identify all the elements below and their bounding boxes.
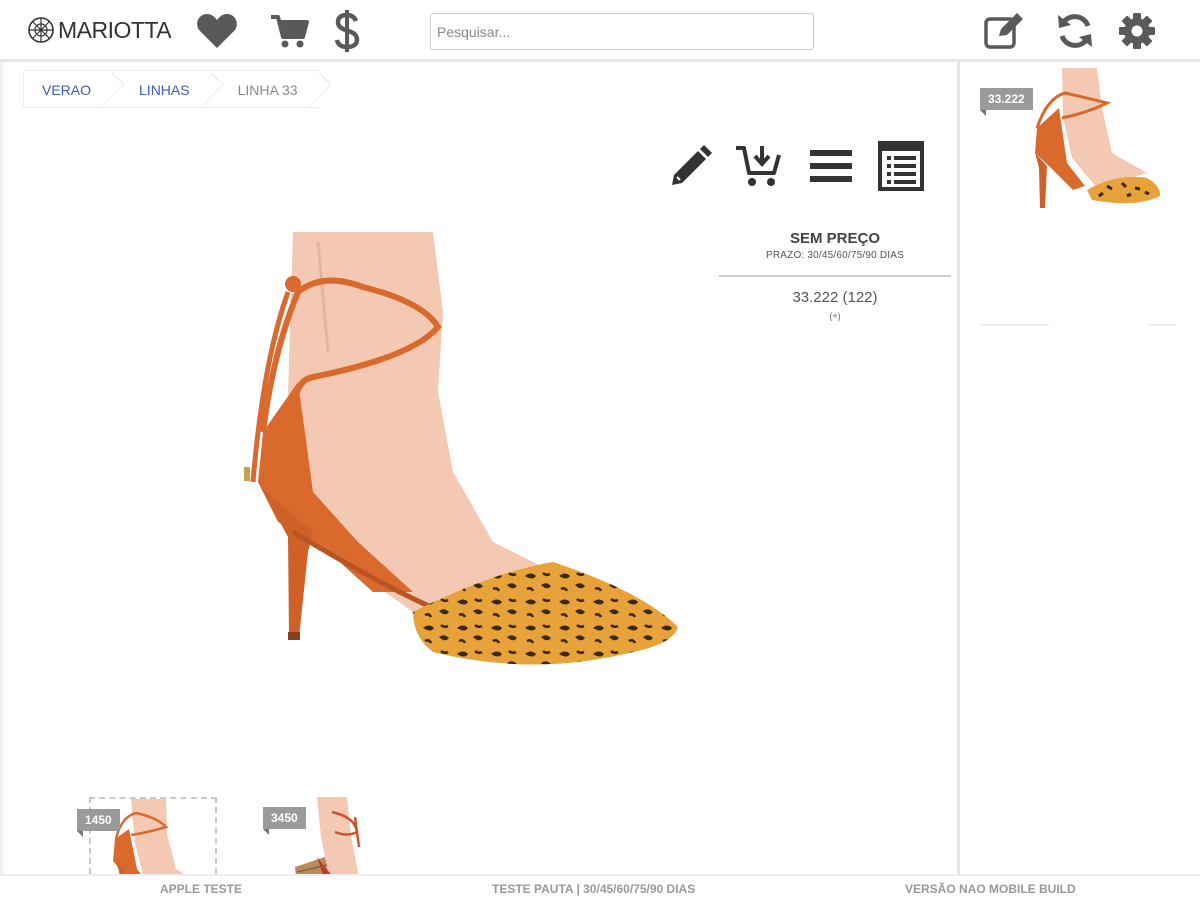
pencil-icon: [672, 145, 712, 185]
add-to-cart-icon: [736, 146, 781, 186]
breadcrumb-item-verao[interactable]: VERAO: [23, 70, 112, 108]
search-input[interactable]: [430, 13, 814, 50]
logo-emblem-icon: [28, 17, 54, 43]
footer: APPLE TESTE TESTE PAUTA | 30/45/60/75/90…: [0, 874, 1200, 900]
footer-client: APPLE TESTE: [160, 882, 243, 896]
cart-button[interactable]: [266, 10, 312, 52]
breadcrumb: VERAO LINHAS LINHA 33: [23, 70, 318, 108]
breadcrumb-item-current[interactable]: LINHA 33: [209, 70, 318, 108]
product-reference: 33.222 (122): [792, 289, 878, 306]
price-label: SEM PREÇO: [789, 230, 880, 247]
product-main-image[interactable]: [113, 232, 713, 692]
add-to-cart-button[interactable]: [733, 138, 785, 194]
refresh-icon: [1058, 14, 1092, 48]
settings-button[interactable]: [1114, 10, 1160, 52]
price-info: SEM PREÇO PRAZO: 30/45/60/75/90 DIAS 33.…: [719, 230, 951, 321]
brand-logo[interactable]: MARIOTTA: [26, 14, 172, 46]
heel-shoe-image: [244, 232, 678, 665]
logo-text: MARIOTTA: [58, 16, 172, 43]
thumbnail-tag: 3450: [263, 807, 306, 835]
price-button[interactable]: [324, 10, 370, 52]
sidebar-divider: [981, 324, 1049, 326]
sidebar-product-tag: 33.222: [980, 88, 1033, 116]
favorites-button[interactable]: [194, 10, 240, 52]
sidebar-divider: [1149, 324, 1175, 326]
thumbnail-tag: 1450: [77, 809, 120, 837]
edit-icon: [984, 13, 1023, 49]
footer-pauta: TESTE PAUTA | 30/45/60/75/90 DIAS: [492, 882, 696, 896]
edit-order-button[interactable]: [982, 10, 1028, 52]
gear-icon: [1119, 13, 1155, 49]
edit-product-button[interactable]: [665, 138, 717, 194]
top-bar: MARIOTTA: [0, 0, 1200, 62]
menu-button[interactable]: [805, 138, 857, 194]
cart-sidebar: 33.222: [963, 62, 1200, 874]
dollar-icon: [334, 10, 360, 52]
more-info-link[interactable]: (+): [719, 311, 951, 321]
breadcrumb-item-linhas[interactable]: LINHAS: [111, 70, 210, 108]
payment-terms: PRAZO: 30/45/60/75/90 DIAS: [765, 250, 905, 261]
sidebar-product-card[interactable]: 33.222: [977, 68, 1177, 264]
heart-icon: [197, 14, 237, 48]
menu-icon: [810, 150, 852, 182]
product-panel: VERAO LINHAS LINHA 33 SEM PREÇO PRAZO: 3…: [0, 62, 960, 900]
list-details-icon: [878, 141, 924, 191]
footer-version: VERSÃO NAO MOBILE BUILD: [905, 882, 1076, 896]
price-divider: [719, 275, 951, 277]
cart-icon: [271, 15, 309, 48]
refresh-button[interactable]: [1052, 10, 1098, 52]
details-list-button[interactable]: [875, 138, 927, 194]
